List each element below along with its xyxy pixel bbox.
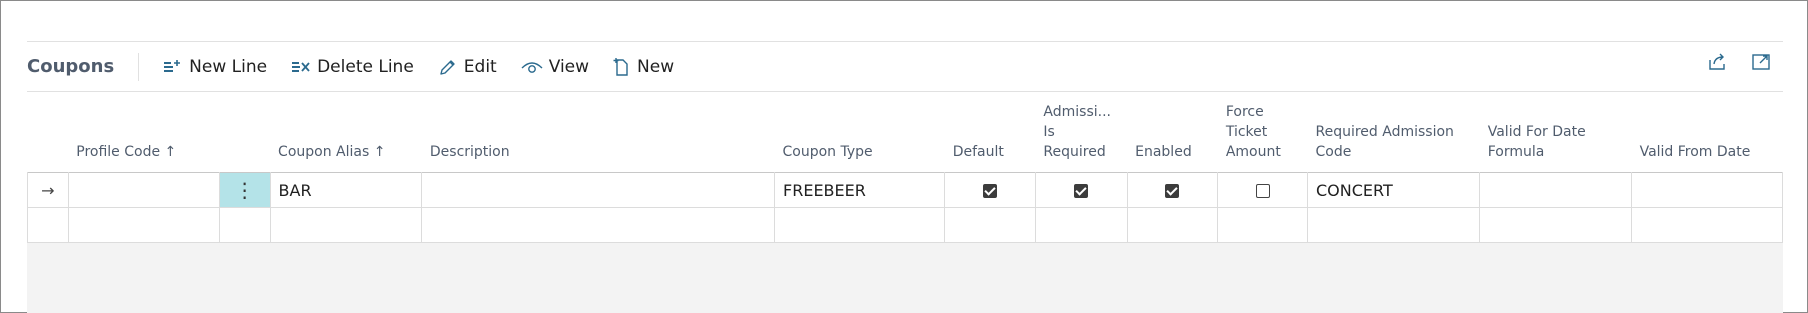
cell-default[interactable]	[944, 207, 1036, 243]
cell-enabled[interactable]	[1126, 172, 1219, 208]
header-menu	[219, 92, 271, 173]
cell-enabled[interactable]	[1126, 207, 1219, 243]
cell-valid-from-date[interactable]	[1631, 207, 1783, 243]
cell-force-ticket-amount[interactable]	[1217, 172, 1308, 208]
cell-required-admission-code[interactable]: CONCERT	[1306, 172, 1481, 208]
header-coupon-alias[interactable]: Coupon Alias ↑	[270, 92, 422, 173]
cell-valid-from-date[interactable]	[1631, 172, 1783, 208]
edit-label: Edit	[463, 56, 497, 77]
cell-valid-for-date-formula[interactable]	[1479, 207, 1633, 243]
table-row[interactable]: → ⋮ BAR FREEBEER CONCERT	[27, 172, 1783, 208]
new-button[interactable]: New	[613, 52, 674, 82]
sort-ascending-icon: ↑	[373, 144, 386, 160]
view-button[interactable]: View	[521, 52, 589, 82]
cell-force-ticket-amount[interactable]	[1217, 207, 1308, 243]
sort-ascending-icon: ↑	[164, 144, 177, 160]
delete-line-label: Delete Line	[317, 56, 414, 77]
header-admission-required[interactable]: Admissi... Is Required	[1035, 92, 1128, 173]
cell-admission-required[interactable]	[1034, 207, 1128, 243]
header-enabled[interactable]: Enabled	[1127, 92, 1218, 173]
header-default[interactable]: Default	[944, 92, 1036, 173]
cell-required-admission-code[interactable]	[1306, 207, 1481, 243]
header-force-ticket-amount[interactable]: Force Ticket Amount	[1217, 92, 1308, 173]
pencil-icon	[440, 59, 455, 75]
header-marker	[27, 92, 69, 173]
header-coupon-type[interactable]: Coupon Type	[774, 92, 945, 173]
header-profile-code[interactable]: Profile Code ↑	[68, 92, 220, 173]
header-required-admission-code[interactable]: Required Admission Code	[1307, 92, 1480, 173]
window-frame: Coupons New Line Delete Line Edit View N…	[0, 0, 1808, 313]
row-menu-icon[interactable]: ⋮	[218, 172, 271, 208]
action-bar: Coupons New Line Delete Line Edit View N…	[27, 42, 1783, 92]
grid-area: Profile Code ↑ Coupon Alias ↑ Descriptio…	[27, 92, 1783, 313]
toolbar-right	[1707, 52, 1771, 72]
cell-default[interactable]	[944, 172, 1036, 208]
enabled-checkbox[interactable]	[1165, 184, 1180, 198]
current-row-arrow-icon: →	[27, 172, 69, 208]
open-in-new-window-icon[interactable]	[1751, 52, 1771, 72]
header-valid-for-date-formula[interactable]: Valid For Date Formula	[1479, 92, 1632, 173]
table-row[interactable]	[27, 207, 1783, 243]
cell-coupon-alias[interactable]	[269, 207, 423, 243]
cell-description[interactable]	[421, 172, 776, 208]
cell-profile-code[interactable]	[67, 172, 220, 208]
cell-admission-required[interactable]	[1034, 172, 1128, 208]
delete-line-icon	[292, 61, 310, 72]
cell-valid-for-date-formula[interactable]	[1479, 172, 1633, 208]
part-title[interactable]: Coupons	[27, 52, 140, 81]
cell-coupon-type[interactable]	[774, 207, 946, 243]
header-description[interactable]: Description	[421, 92, 775, 173]
coupons-table: Profile Code ↑ Coupon Alias ↑ Descriptio…	[27, 92, 1783, 243]
new-line-icon	[164, 59, 181, 72]
delete-line-button[interactable]: Delete Line	[291, 52, 414, 82]
cell-profile-code[interactable]	[67, 207, 220, 243]
coupons-part: Coupons New Line Delete Line Edit View N…	[27, 41, 1783, 313]
new-document-icon	[613, 57, 628, 76]
header-valid-from-date[interactable]: Valid From Date	[1631, 92, 1783, 173]
new-label: New	[637, 56, 675, 77]
cell-description[interactable]	[421, 207, 776, 243]
cell-coupon-type[interactable]: FREEBEER	[774, 172, 946, 208]
admission-required-checkbox[interactable]	[1074, 184, 1089, 198]
share-icon[interactable]	[1707, 52, 1727, 72]
header-row: Profile Code ↑ Coupon Alias ↑ Descriptio…	[27, 92, 1783, 173]
new-line-button[interactable]: New Line	[163, 52, 267, 82]
new-line-label: New Line	[189, 56, 268, 77]
edit-button[interactable]: Edit	[438, 52, 497, 82]
eye-icon	[521, 61, 543, 73]
row-marker	[27, 207, 69, 243]
view-label: View	[548, 56, 590, 77]
force-ticket-amount-checkbox[interactable]	[1255, 184, 1270, 198]
row-menu-cell[interactable]	[218, 207, 271, 243]
default-checkbox[interactable]	[983, 184, 998, 198]
cell-coupon-alias[interactable]: BAR	[269, 172, 423, 208]
